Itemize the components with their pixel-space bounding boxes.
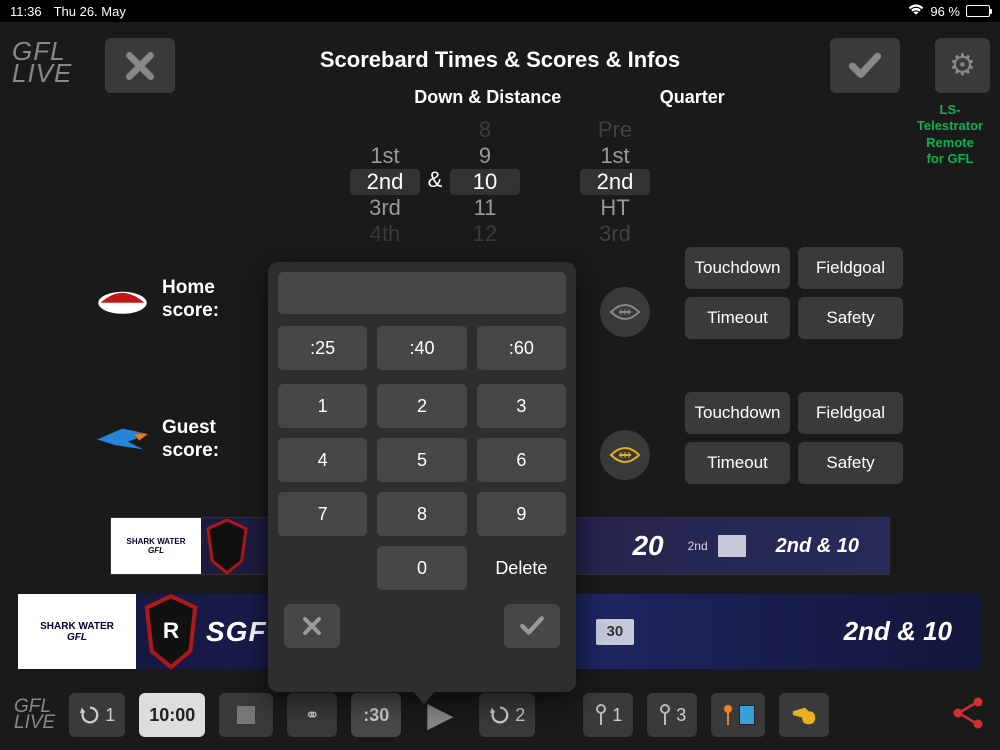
- wifi-icon: [908, 4, 924, 19]
- team1-crest: R: [136, 594, 206, 669]
- numpad-display[interactable]: [278, 272, 566, 314]
- numpad-2[interactable]: 2: [377, 384, 466, 428]
- home-touchdown-button[interactable]: Touchdown: [685, 247, 790, 289]
- marker-3-button[interactable]: 3: [647, 693, 697, 737]
- status-date: Thu 26. May: [54, 4, 126, 19]
- replay-icon: [79, 704, 101, 726]
- share-button[interactable]: [950, 695, 986, 736]
- battery-icon: [966, 5, 990, 17]
- numpad-cancel-button[interactable]: [284, 604, 340, 648]
- picker-ampersand: &: [420, 117, 450, 247]
- guest-possession-toggle[interactable]: [600, 430, 650, 480]
- replay-2-button[interactable]: 2: [479, 693, 535, 737]
- home-team-logo: [95, 280, 150, 320]
- telestrator-link[interactable]: LS- Telestrator Remote for GFL: [910, 102, 990, 167]
- play-clock-button[interactable]: :30: [351, 693, 401, 737]
- pin-icon: [594, 704, 608, 726]
- home-safety-button[interactable]: Safety: [798, 297, 903, 339]
- distance-picker[interactable]: 8 9 10 11 12: [450, 117, 520, 247]
- down-distance-header: Down & Distance: [348, 87, 628, 108]
- guest-fieldgoal-button[interactable]: Fieldgoal: [798, 392, 903, 434]
- numpad-blank: [278, 546, 367, 590]
- numpad-9[interactable]: 9: [477, 492, 566, 536]
- down-distance-label: 2nd & 10: [844, 616, 952, 647]
- numpad-preset-60[interactable]: :60: [477, 326, 566, 370]
- game-clock-button[interactable]: 10:00: [139, 693, 205, 737]
- whistle-icon: [791, 705, 817, 725]
- numpad-confirm-button[interactable]: [504, 604, 560, 648]
- numpad-1[interactable]: 1: [278, 384, 367, 428]
- numpad-7[interactable]: 7: [278, 492, 367, 536]
- card-icon: [739, 705, 755, 725]
- numpad-6[interactable]: 6: [477, 438, 566, 482]
- quarter-label: 2nd: [678, 539, 718, 553]
- numpad-3[interactable]: 3: [477, 384, 566, 428]
- down-picker[interactable]: 1st 2nd 3rd 4th: [350, 117, 420, 247]
- numpad-0[interactable]: 0: [377, 546, 466, 590]
- numpad-popup: :25 :40 :60 1 2 3 4 5 6 7 8 9 0 Delete: [268, 262, 576, 692]
- quarter-header: Quarter: [632, 87, 752, 108]
- numpad-preset-40[interactable]: :40: [377, 326, 466, 370]
- section-headers: Down & Distance Quarter: [0, 87, 1000, 108]
- whistle-button[interactable]: [779, 693, 829, 737]
- close-icon: [300, 614, 324, 638]
- numpad-8[interactable]: 8: [377, 492, 466, 536]
- numpad-4[interactable]: 4: [278, 438, 367, 482]
- home-possession-toggle[interactable]: [600, 287, 650, 337]
- team2-score: 20: [618, 530, 677, 562]
- check-icon: [519, 615, 545, 637]
- replay-icon: [489, 704, 511, 726]
- quarter-picker[interactable]: Pre 1st 2nd HT 3rd: [580, 117, 650, 247]
- marker-1-button[interactable]: 1: [583, 693, 633, 737]
- numpad-delete[interactable]: Delete: [477, 546, 566, 590]
- guest-touchdown-button[interactable]: Touchdown: [685, 392, 790, 434]
- status-bar: 11:36 Thu 26. May 96 %: [0, 0, 1000, 22]
- link-button[interactable]: ⚭: [287, 693, 337, 737]
- sponsor-badge: SHARK WATER GFL: [111, 518, 201, 574]
- football-icon: [608, 444, 642, 466]
- playclock: 30: [596, 619, 634, 645]
- flag-button[interactable]: [711, 693, 765, 737]
- status-battery-pct: 96 %: [930, 4, 960, 19]
- guest-score-row: Guestscore:: [95, 417, 219, 463]
- stop-button[interactable]: [219, 693, 273, 737]
- pin-icon: [721, 704, 735, 726]
- share-icon: [950, 695, 986, 731]
- pin-icon: [658, 704, 672, 726]
- home-timeout-button[interactable]: Timeout: [685, 297, 790, 339]
- stop-icon: [237, 706, 255, 724]
- playclock-box: [718, 535, 746, 557]
- football-icon: [608, 301, 642, 323]
- guest-team-logo: [95, 420, 150, 460]
- down-distance-label: 2nd & 10: [776, 535, 859, 558]
- page-title: Scorebard Times & Scores & Infos: [0, 47, 1000, 73]
- home-fieldgoal-button[interactable]: Fieldgoal: [798, 247, 903, 289]
- app-logo-small: GFLLIVE: [14, 699, 55, 731]
- home-score-row: Homescore:: [95, 277, 219, 323]
- team1-crest: [201, 518, 253, 574]
- link-icon: ⚭: [305, 705, 320, 726]
- guest-safety-button[interactable]: Safety: [798, 442, 903, 484]
- numpad-5[interactable]: 5: [377, 438, 466, 482]
- replay-1-button[interactable]: 1: [69, 693, 125, 737]
- status-time: 11:36: [10, 4, 42, 19]
- numpad-preset-25[interactable]: :25: [278, 326, 367, 370]
- guest-timeout-button[interactable]: Timeout: [685, 442, 790, 484]
- sponsor-badge: SHARK WATER GFL: [18, 594, 136, 669]
- svg-text:R: R: [163, 618, 179, 643]
